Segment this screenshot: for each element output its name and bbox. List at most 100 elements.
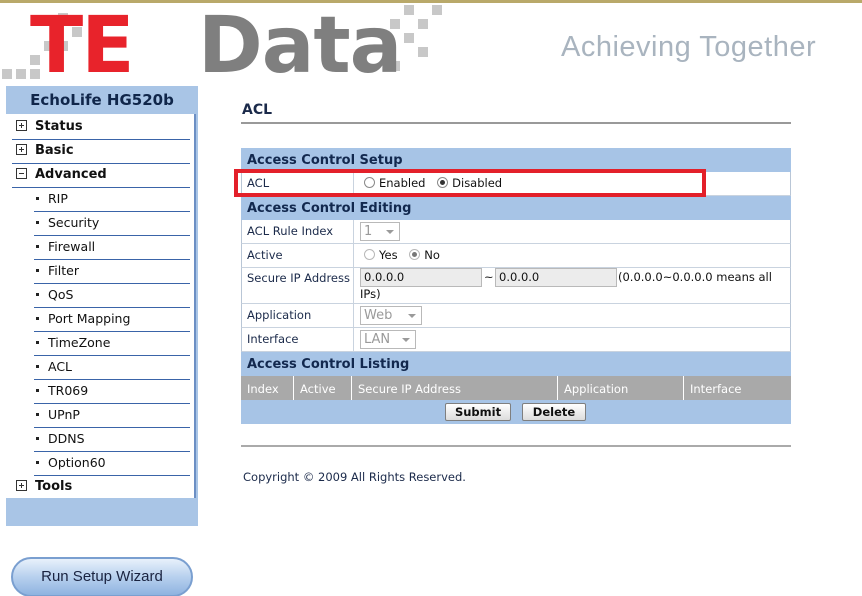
button-bar: Submit Delete [241, 400, 791, 424]
sidebar-item-label: UPnP [48, 407, 80, 422]
interface-row: Interface LAN [241, 328, 791, 352]
logo-pixel-square [418, 19, 428, 29]
run-setup-wizard-button[interactable]: Run Setup Wizard [11, 557, 193, 596]
copyright: Copyright © 2009 All Rights Reserved. [243, 470, 466, 484]
expand-icon [16, 144, 27, 155]
listing-table-header: Index Active Secure IP Address Applicati… [241, 376, 791, 400]
col-active: Active [294, 376, 352, 400]
device-title: EchoLife HG520b [30, 91, 174, 109]
active-no-radio[interactable] [409, 249, 421, 260]
rule-index-select[interactable]: 1 [360, 222, 400, 241]
sidebar-item-label: ACL [48, 359, 73, 374]
sidebar-item-status[interactable]: Status [12, 116, 190, 140]
active-label: Active [242, 244, 354, 267]
application-label: Application [242, 304, 354, 327]
rule-index-row: ACL Rule Index 1 [241, 220, 791, 244]
col-index: Index [241, 376, 294, 400]
bullet-icon [36, 388, 39, 392]
sidebar-item-acl[interactable]: ACL [34, 356, 190, 380]
sidebar-item-label: Basic [35, 143, 74, 158]
bullet-icon [36, 244, 39, 248]
slogan: Achieving Together [561, 31, 817, 63]
title-divider [241, 122, 791, 124]
bullet-icon [36, 436, 39, 440]
active-options: Yes No [364, 244, 790, 267]
bullet-icon [36, 340, 39, 344]
section-header-editing: Access Control Editing [241, 196, 791, 220]
col-secure-ip: Secure IP Address [352, 376, 558, 400]
chevron-down-icon [386, 230, 394, 234]
sidebar-item-tr069[interactable]: TR069 [34, 380, 190, 404]
section-header-listing: Access Control Listing [241, 352, 791, 376]
section-header-setup: Access Control Setup [241, 148, 791, 172]
sidebar-item-label: Tools [35, 479, 73, 494]
sidebar-item-tools[interactable]: Tools [12, 476, 190, 500]
col-application: Application [558, 376, 684, 400]
active-no-label: No [424, 248, 440, 262]
bullet-icon [36, 316, 39, 320]
acl-enabled-label: Enabled [379, 176, 426, 190]
sidebar-item-upnp[interactable]: UPnP [34, 404, 190, 428]
expand-icon [16, 480, 27, 491]
sidebar-item-filter[interactable]: Filter [34, 260, 190, 284]
logo-pixel-square [432, 5, 442, 15]
sidebar-item-qos[interactable]: QoS [34, 284, 190, 308]
bullet-icon [36, 412, 39, 416]
logo-pixel-square [2, 69, 12, 79]
logo-pixel-square [418, 47, 428, 57]
col-interface: Interface [690, 382, 742, 396]
sidebar-item-label: RIP [48, 191, 68, 206]
sidebar-item-firewall[interactable]: Firewall [34, 236, 190, 260]
sidebar-item-timezone[interactable]: TimeZone [34, 332, 190, 356]
acl-disabled-label: Disabled [452, 176, 503, 190]
bullet-icon [36, 292, 39, 296]
expand-icon [16, 120, 27, 131]
rule-index-label: ACL Rule Index [242, 220, 354, 243]
application-select[interactable]: Web [360, 306, 422, 325]
delete-button[interactable]: Delete [522, 403, 586, 421]
application-row: Application Web [241, 304, 791, 328]
bullet-icon [36, 364, 39, 368]
submit-button[interactable]: Submit [445, 403, 511, 421]
ip-hint: (0.0.0.0~0.0.0.0 means all IPs) [360, 270, 772, 301]
secure-ip-row: Secure IP Address 0.0.0.0 ~ 0.0.0.0 (0.0… [241, 268, 791, 304]
sidebar-item-port-mapping[interactable]: Port Mapping [34, 308, 190, 332]
acl-enabled-radio[interactable] [364, 177, 375, 188]
secure-ip-label: Secure IP Address [242, 268, 354, 303]
interface-select[interactable]: LAN [360, 330, 416, 349]
acl-options: Enabled Disabled [364, 172, 790, 195]
bullet-icon [36, 268, 39, 272]
active-yes-radio[interactable] [364, 249, 375, 260]
interface-value: LAN [364, 332, 391, 347]
acl-label: ACL [242, 172, 354, 195]
sidebar-item-label: QoS [48, 287, 74, 302]
sidebar-item-label: Security [48, 215, 100, 230]
logo-te-text: TE [30, 1, 134, 91]
bottom-divider [241, 445, 791, 447]
acl-disabled-radio[interactable] [437, 177, 449, 188]
logo-pixel-square [404, 5, 414, 15]
bullet-icon [36, 196, 39, 200]
logo-pixel-square [404, 33, 414, 43]
sidebar-item-label: TimeZone [48, 335, 111, 350]
active-row: Active Yes No [241, 244, 791, 268]
chevron-down-icon [408, 314, 416, 318]
sidebar-item-label: Port Mapping [48, 311, 131, 326]
sidebar-item-option60[interactable]: Option60 [34, 452, 190, 476]
acl-row: ACL Enabled Disabled [241, 172, 791, 196]
sidebar-item-label: Filter [48, 263, 79, 278]
sidebar-item-ddns[interactable]: DDNS [34, 428, 190, 452]
sidebar-item-security[interactable]: Security [34, 212, 190, 236]
sidebar-item-advanced[interactable]: Advanced [12, 164, 190, 188]
sidebar-item-rip[interactable]: RIP [34, 188, 190, 212]
logo-pixel-square [16, 69, 26, 79]
collapse-icon [16, 168, 27, 179]
sidebar-item-label: Firewall [48, 239, 96, 254]
sidebar-item-basic[interactable]: Basic [12, 140, 190, 164]
sidebar-item-label: TR069 [48, 383, 89, 398]
bullet-icon [36, 460, 39, 464]
page-title: ACL [242, 102, 273, 118]
chevron-down-icon [402, 338, 410, 342]
sidebar-item-label: Option60 [48, 455, 106, 470]
interface-label: Interface [242, 328, 354, 351]
